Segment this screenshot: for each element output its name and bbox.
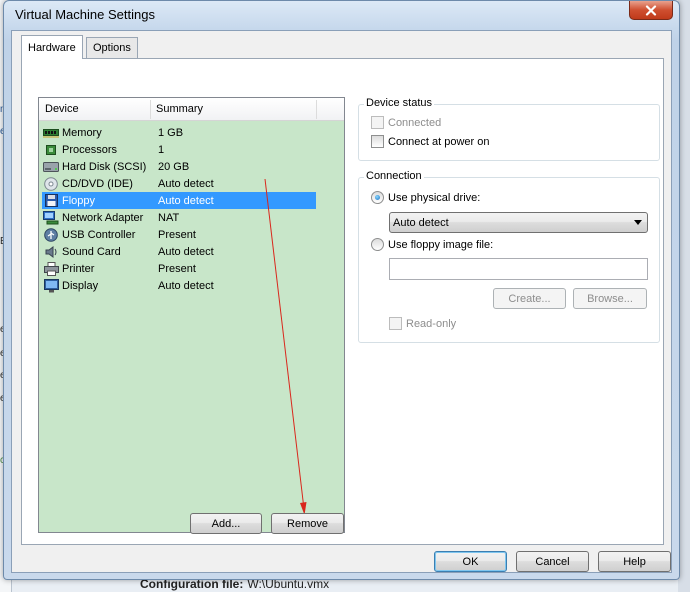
device-name: Network Adapter: [62, 211, 144, 224]
device-list-header: Device Summary: [39, 98, 344, 121]
physical-drive-value: Auto detect: [393, 216, 449, 229]
device-summary: 1 GB: [158, 126, 184, 139]
chevron-down-icon: [634, 220, 642, 225]
device-summary: Auto detect: [158, 245, 214, 258]
checkbox-box[interactable]: [371, 116, 384, 129]
network-adapter-icon: [43, 210, 59, 225]
usb-icon: [43, 227, 59, 242]
device-row-memory[interactable]: Memory 1 GB: [42, 124, 316, 141]
device-name: Printer: [62, 262, 95, 275]
use-floppy-image-label: Use floppy image file:: [388, 238, 494, 251]
device-summary: NAT: [158, 211, 180, 224]
processor-icon: [43, 143, 59, 157]
checkbox-box[interactable]: [389, 317, 402, 330]
radio-button[interactable]: [371, 238, 384, 251]
device-name: Processors: [62, 143, 118, 156]
cancel-button[interactable]: Cancel: [516, 551, 589, 572]
connected-checkbox[interactable]: Connected: [371, 116, 441, 129]
window-title: Virtual Machine Settings: [15, 7, 155, 22]
device-summary: 1: [158, 143, 165, 156]
device-summary: Present: [158, 228, 196, 241]
tab-hardware[interactable]: Hardware: [21, 35, 83, 59]
vm-settings-dialog: Virtual Machine Settings Hardware Option…: [3, 0, 680, 580]
column-summary[interactable]: Summary: [156, 103, 203, 115]
column-separator[interactable]: [316, 100, 317, 119]
device-name: USB Controller: [62, 228, 136, 241]
device-name: Hard Disk (SCSI): [62, 160, 147, 173]
device-summary: 20 GB: [158, 160, 190, 173]
device-status-group: Device status Connected Connect at power…: [358, 97, 660, 161]
dialog-client-area: Hardware Options Device Summary Memory 1…: [11, 30, 672, 573]
title-bar[interactable]: Virtual Machine Settings: [4, 1, 679, 29]
hardware-panel: Device Summary Memory 1 GB Processors 1 …: [21, 58, 664, 545]
connected-label: Connected: [388, 116, 442, 129]
hard-disk-icon: [43, 160, 59, 174]
device-name: Memory: [62, 126, 102, 139]
floppy-icon: [43, 194, 59, 208]
device-row-hard-disk[interactable]: Hard Disk (SCSI) 20 GB: [42, 158, 316, 175]
remove-device-button[interactable]: Remove: [271, 513, 344, 534]
ok-button[interactable]: OK: [434, 551, 507, 572]
use-physical-drive-radio[interactable]: Use physical drive:: [371, 191, 480, 204]
add-device-button[interactable]: Add...: [190, 513, 262, 534]
radio-button[interactable]: [371, 191, 384, 204]
connection-group: Connection Use physical drive: Auto dete…: [358, 170, 660, 343]
use-floppy-image-radio[interactable]: Use floppy image file:: [371, 238, 493, 251]
close-icon: [645, 4, 657, 16]
column-device[interactable]: Device: [45, 103, 79, 115]
tab-options[interactable]: Options: [86, 37, 138, 58]
device-name: Floppy: [62, 194, 96, 207]
device-name: Sound Card: [62, 245, 121, 258]
floppy-image-path-input[interactable]: [389, 258, 648, 280]
sound-card-icon: [43, 245, 59, 259]
tab-hardware-label: Hardware: [28, 41, 76, 54]
device-name: Display: [62, 279, 99, 292]
connection-label: Connection: [364, 170, 424, 182]
display-icon: [43, 278, 59, 293]
printer-icon: [43, 261, 59, 276]
device-summary: Present: [158, 262, 196, 275]
device-status-label: Device status: [364, 97, 435, 109]
column-separator[interactable]: [150, 100, 151, 119]
use-physical-drive-label: Use physical drive:: [388, 191, 481, 204]
tab-options-label: Options: [93, 42, 131, 54]
connect-at-power-on-checkbox[interactable]: Connect at power on: [371, 135, 490, 148]
help-button[interactable]: Help: [598, 551, 671, 572]
annotation-arrow: [264, 179, 307, 515]
device-name: CD/DVD (IDE): [62, 177, 133, 190]
connect-at-power-on-label: Connect at power on: [388, 135, 490, 148]
device-summary: Auto detect: [158, 194, 214, 207]
browse-image-button[interactable]: Browse...: [573, 288, 647, 309]
physical-drive-select[interactable]: Auto detect: [389, 212, 648, 233]
checkbox-box[interactable]: [371, 135, 384, 148]
cd-dvd-icon: [43, 176, 59, 191]
device-summary: Auto detect: [158, 177, 214, 190]
device-summary: Auto detect: [158, 279, 214, 292]
read-only-checkbox[interactable]: Read-only: [389, 317, 456, 330]
close-button[interactable]: [629, 1, 673, 20]
memory-icon: [43, 126, 59, 140]
create-image-button[interactable]: Create...: [493, 288, 566, 309]
device-row-processors[interactable]: Processors 1: [42, 141, 316, 158]
read-only-label: Read-only: [406, 317, 457, 330]
